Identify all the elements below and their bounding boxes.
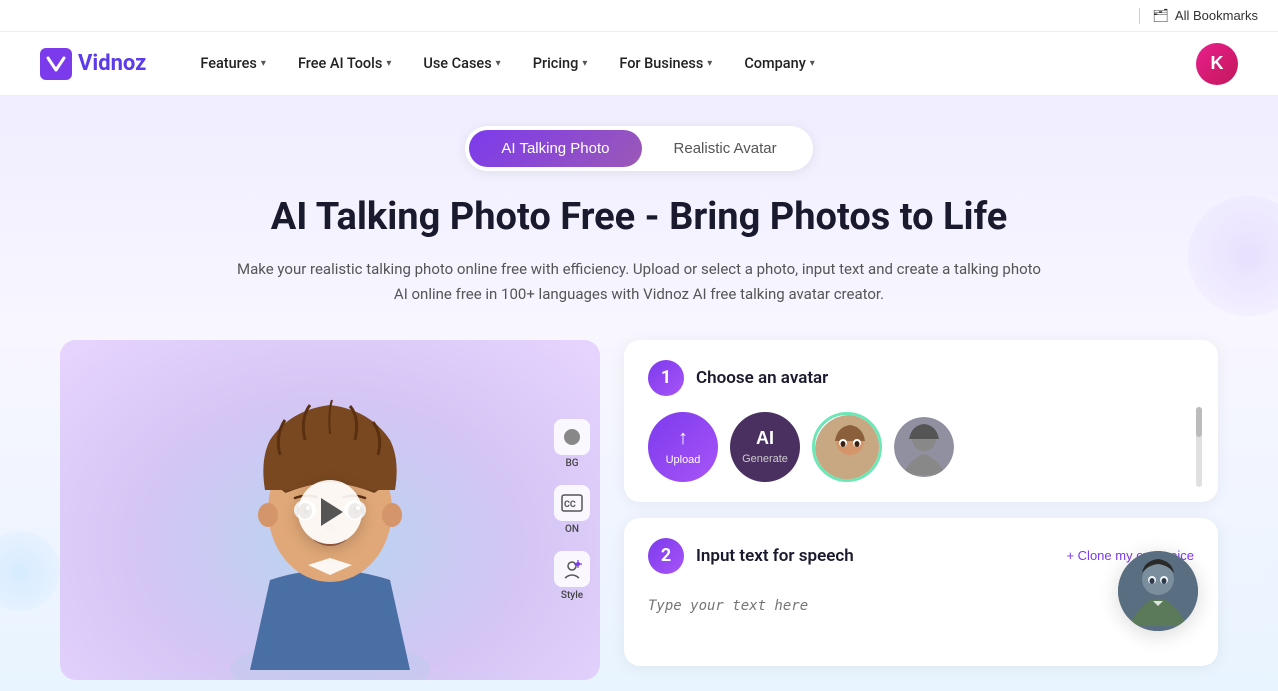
cc-icon: CC	[561, 494, 583, 512]
avatar-1-image	[815, 415, 882, 482]
step2-number: 2	[648, 538, 684, 574]
speech-text-input[interactable]	[648, 586, 1194, 642]
avatar-grid: ↑ Upload AI Generate	[648, 412, 1194, 482]
navbar: Vidnoz Features ▾ Free AI Tools ▾ Use Ca…	[0, 32, 1278, 96]
nav-item-free-ai-tools[interactable]: Free AI Tools ▾	[284, 49, 405, 78]
play-icon	[321, 498, 343, 526]
tab-realistic-avatar[interactable]: Realistic Avatar	[642, 130, 809, 167]
floating-avatar-inner	[1118, 551, 1198, 631]
nav-item-features[interactable]: Features ▾	[186, 49, 280, 78]
nav-item-use-cases[interactable]: Use Cases ▾	[409, 49, 514, 78]
bg-tool-icon	[554, 419, 590, 455]
step1-header: 1 Choose an avatar	[648, 360, 1194, 396]
cc-tool-label: ON	[565, 524, 579, 535]
floating-avatar	[1118, 551, 1198, 631]
style-tool-label: Style	[561, 590, 583, 601]
chevron-down-icon: ▾	[386, 58, 391, 69]
nav-label-company: Company	[744, 55, 805, 72]
step1-title: Choose an avatar	[696, 368, 828, 388]
cc-tool[interactable]: CC ON	[554, 485, 590, 535]
tab-ai-talking-photo[interactable]: AI Talking Photo	[469, 130, 641, 167]
deco-circle-2	[0, 531, 60, 611]
nav-item-pricing[interactable]: Pricing ▾	[519, 49, 602, 78]
circle-icon	[562, 427, 582, 447]
nav-label-use-cases: Use Cases	[423, 55, 491, 72]
bookmarks-icon: 🗂	[1152, 8, 1169, 24]
content-area: BG CC ON	[60, 340, 1218, 680]
tabs-container: AI Talking Photo Realistic Avatar	[60, 126, 1218, 171]
chevron-down-icon: ▾	[707, 58, 712, 69]
divider	[1139, 8, 1140, 24]
logo-icon	[40, 48, 72, 80]
hero-title: AI Talking Photo Free - Bring Photos to …	[60, 195, 1218, 241]
style-tool[interactable]: Style	[554, 551, 590, 601]
nav-item-for-business[interactable]: For Business ▾	[605, 49, 726, 78]
chevron-down-icon: ▾	[582, 58, 587, 69]
style-tool-icon	[554, 551, 590, 587]
chevron-down-icon: ▾	[496, 58, 501, 69]
bookmarks-button[interactable]: 🗂 All Bookmarks	[1152, 8, 1258, 24]
upload-avatar-button[interactable]: ↑ Upload	[648, 412, 718, 482]
upload-label: Upload	[666, 454, 701, 466]
nav-item-company[interactable]: Company ▾	[730, 49, 829, 78]
nav-label-for-business: For Business	[619, 55, 703, 72]
video-panel: BG CC ON	[60, 340, 600, 680]
step1-card: 1 Choose an avatar ↑ Upload AI Generate	[624, 340, 1218, 502]
side-tools: BG CC ON	[554, 419, 590, 601]
logo-text: Vidnoz	[78, 51, 146, 76]
top-bar: 🗂 All Bookmarks	[0, 0, 1278, 32]
avatar-item-2[interactable]	[894, 417, 954, 477]
logo[interactable]: Vidnoz	[40, 48, 146, 80]
nav-items: Features ▾ Free AI Tools ▾ Use Cases ▾ P…	[186, 49, 1196, 78]
user-avatar-button[interactable]: K	[1196, 43, 1238, 85]
tabs: AI Talking Photo Realistic Avatar	[465, 126, 812, 171]
nav-label-pricing: Pricing	[533, 55, 579, 72]
generate-avatar-button[interactable]: AI Generate	[730, 412, 800, 482]
cc-tool-icon: CC	[554, 485, 590, 521]
user-initial: K	[1211, 53, 1224, 74]
nav-label-features: Features	[200, 55, 257, 72]
chevron-down-icon: ▾	[810, 58, 815, 69]
ai-label: AI	[756, 428, 774, 449]
chevron-down-icon: ▾	[261, 58, 266, 69]
step2-title: Input text for speech	[696, 546, 854, 566]
play-button[interactable]	[298, 480, 362, 544]
avatar-2-image	[894, 417, 954, 477]
generate-label: Generate	[742, 453, 788, 465]
step2-header: 2 Input text for speech + Clone my own v…	[648, 538, 1194, 574]
avatar-item-1[interactable]	[812, 412, 882, 482]
step1-number: 1	[648, 360, 684, 396]
tab-ai-talking-photo-label: AI Talking Photo	[501, 140, 609, 157]
nav-label-free-ai-tools: Free AI Tools	[298, 55, 382, 72]
style-icon	[561, 558, 583, 580]
step2-title-group: 2 Input text for speech	[648, 538, 854, 574]
floating-avatar-image	[1118, 551, 1198, 631]
bg-tool[interactable]: BG	[554, 419, 590, 469]
bookmarks-label: All Bookmarks	[1175, 8, 1258, 23]
bg-tool-label: BG	[565, 458, 578, 469]
tab-realistic-avatar-label: Realistic Avatar	[674, 140, 777, 157]
hero-description: Make your realistic talking photo online…	[229, 257, 1049, 308]
hero-section: AI Talking Photo Realistic Avatar AI Tal…	[0, 96, 1278, 691]
upload-icon: ↑	[678, 427, 688, 450]
svg-text:CC: CC	[564, 500, 576, 510]
